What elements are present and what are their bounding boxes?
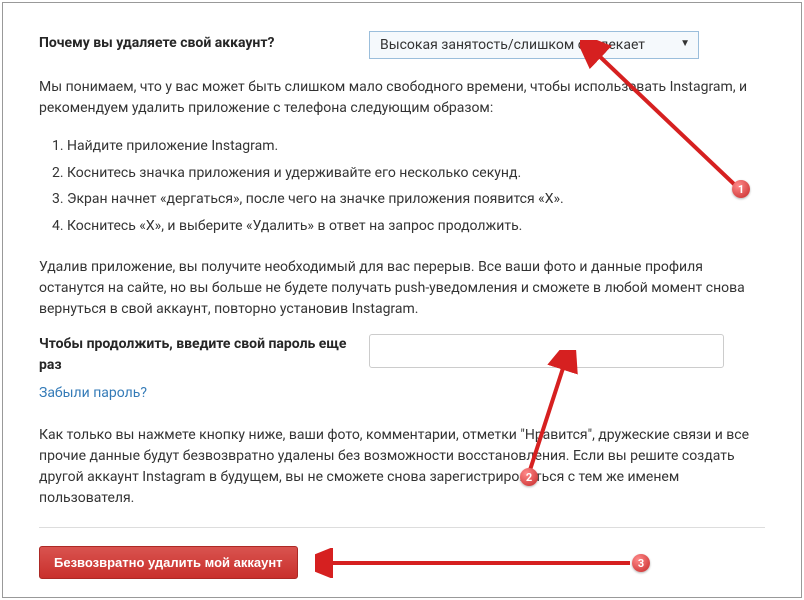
delete-account-button[interactable]: Безвозвратно удалить мой аккаунт: [39, 546, 298, 579]
annotation-badge-1: 1: [732, 180, 750, 198]
reason-dropdown[interactable]: Высокая занятость/слишком отвлекает: [369, 31, 699, 59]
divider: [39, 527, 765, 528]
intro-text: Мы понимаем, что у вас может быть слишко…: [39, 77, 765, 119]
step-item: Коснитесь значка приложения и удерживайт…: [67, 160, 765, 187]
after-steps-text: Удалив приложение, вы получите необходим…: [39, 257, 765, 320]
forgot-password-link[interactable]: Забыли пароль?: [39, 385, 147, 401]
reason-label: Почему вы удаляете свой аккаунт?: [39, 31, 369, 51]
step-item: Коснитесь «X», и выберите «Удалить» в от…: [67, 213, 765, 240]
password-input[interactable]: [369, 334, 724, 368]
steps-list: Найдите приложение Instagram. Коснитесь …: [67, 133, 765, 239]
annotation-badge-3: 3: [632, 554, 650, 572]
password-label: Чтобы продолжить, введите свой пароль ещ…: [39, 334, 369, 375]
warning-text: Как только вы нажмете кнопку ниже, ваши …: [39, 425, 765, 509]
reason-selected: Высокая занятость/слишком отвлекает: [380, 37, 645, 53]
step-item: Экран начнет «дергаться», после чего на …: [67, 186, 765, 213]
annotation-badge-2: 2: [520, 468, 538, 486]
step-item: Найдите приложение Instagram.: [67, 133, 765, 160]
